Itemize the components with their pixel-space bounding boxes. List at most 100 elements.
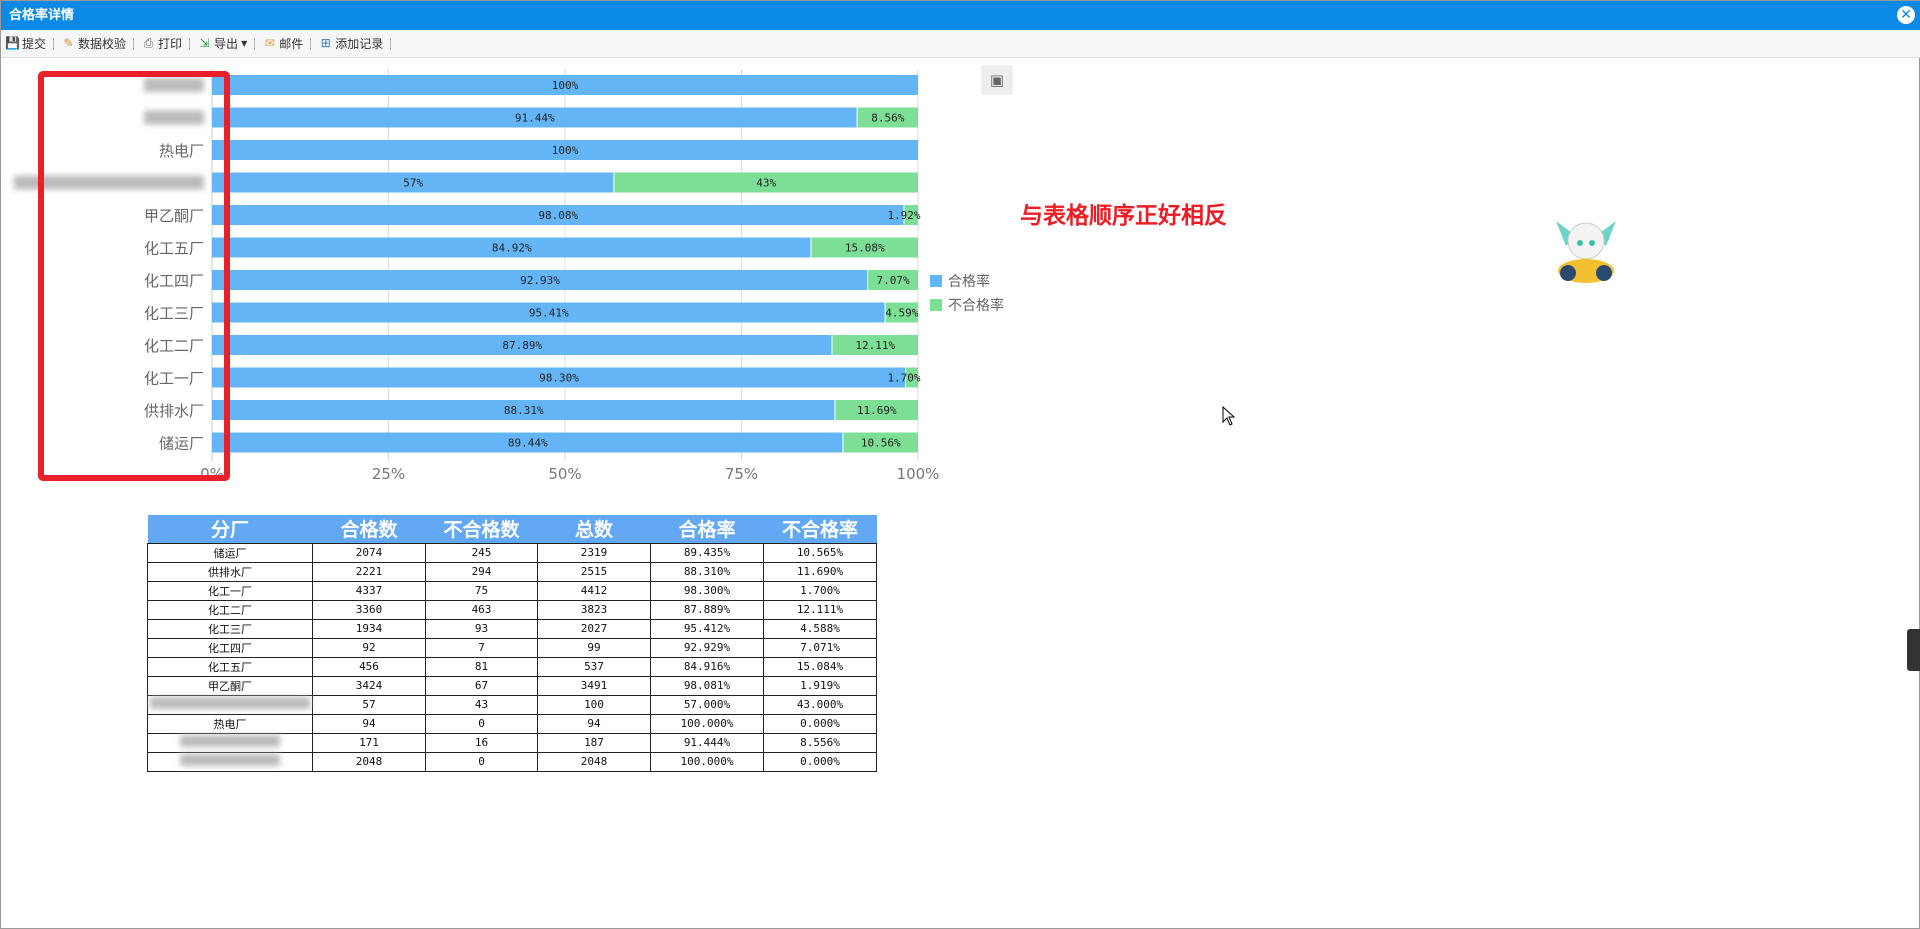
table-cell: 0: [425, 713, 538, 734]
bar-data-label: 1.92%: [887, 209, 920, 222]
pencil-icon: ✎: [63, 36, 74, 50]
table-cell: 化工四厂: [147, 637, 313, 658]
close-icon[interactable]: ✕: [1897, 6, 1915, 24]
table-cell: [147, 694, 313, 715]
bar-data-label: 100%: [552, 79, 579, 92]
bar-data-label: 1.70%: [887, 372, 920, 385]
table-cell: 57.000%: [650, 694, 764, 715]
table-cell: 10.565%: [763, 542, 877, 563]
table-cell: 84.916%: [650, 656, 764, 677]
toolbar-divider: [254, 37, 256, 50]
table-cell: 43.000%: [763, 694, 877, 715]
x-tick-label: 50%: [548, 465, 581, 483]
table-row: 供排水厂 2221 294 2515 88.310% 11.690%: [147, 561, 877, 582]
save-icon: 💾: [5, 36, 20, 50]
toolbar-label: 打印: [158, 37, 183, 51]
toolbar-divider: [310, 37, 312, 50]
table-cell: 2515: [537, 561, 651, 582]
table-cell: 94: [312, 713, 426, 734]
table-cell: 化工一厂: [147, 580, 313, 601]
mail-icon: ✉: [264, 36, 275, 50]
table-row: 化工四厂 92 7 99 92.929% 7.071%: [147, 637, 877, 658]
table-cell: 1.700%: [763, 580, 877, 601]
table-cell: 75: [425, 580, 538, 601]
table-cell: 16: [425, 732, 538, 753]
redacted-label: [180, 754, 280, 766]
table-cell: 化工三厂: [147, 618, 313, 639]
table-cell: 98.081%: [650, 675, 764, 696]
table-cell: 15.084%: [763, 656, 877, 677]
table-cell: 热电厂: [147, 713, 313, 734]
toolbar-button-0[interactable]: 💾 提交: [1, 33, 50, 55]
bar-data-label: 98.08%: [538, 209, 578, 222]
table-cell: 100: [537, 694, 651, 715]
table-cell: 89.435%: [650, 542, 764, 563]
table-cell: 43: [425, 694, 538, 715]
table-cell: 2221: [312, 561, 426, 582]
bar-data-label: 4.59%: [885, 307, 918, 320]
table-row: 化工五厂 456 81 537 84.916% 15.084%: [147, 656, 877, 677]
table-cell: 12.111%: [763, 599, 877, 620]
bar-data-label: 95.41%: [529, 307, 569, 320]
toolbar-button-3[interactable]: ⇲ 导出 ▼: [193, 33, 251, 55]
bar-data-label: 92.93%: [520, 274, 560, 287]
table-header: 分厂 合格数 不合格数 总数 合格率 不合格率: [147, 515, 877, 543]
toolbar: 💾 提交 ✎ 数据校验 ⎙ 打印 ⇲ 导出 ▼ ✉ 邮件 ⊞ 添加记录: [1, 30, 1920, 58]
table-cell: 87.889%: [650, 599, 764, 620]
legend-label: 不合格率: [948, 297, 1004, 314]
save-image-button[interactable]: ▣: [981, 65, 1013, 95]
table-cell: 88.310%: [650, 561, 764, 582]
table-cell: 2319: [537, 542, 651, 563]
table-cell: 67: [425, 675, 538, 696]
mouse-cursor-icon: [1222, 406, 1236, 426]
toolbar-button-4[interactable]: ✉ 邮件: [258, 33, 307, 55]
table-row: 化工一厂 4337 75 4412 98.300% 1.700%: [147, 580, 877, 601]
table-cell: 0: [425, 751, 538, 772]
x-tick-label: 100%: [897, 465, 940, 483]
table-cell: 171: [312, 732, 426, 753]
table-cell: 8.556%: [763, 732, 877, 753]
table-cell: 4.588%: [763, 618, 877, 639]
side-panel-handle[interactable]: [1907, 629, 1920, 671]
table-cell: 95.412%: [650, 618, 764, 639]
redacted-label: [150, 697, 310, 709]
bar-data-label: 8.56%: [871, 112, 904, 125]
toolbar-button-2[interactable]: ⎙ 打印: [137, 33, 186, 55]
table-row: 171 16 187 91.444% 8.556%: [147, 732, 877, 753]
toolbar-button-1[interactable]: ✎ 数据校验: [57, 33, 130, 55]
highlight-box: [38, 71, 230, 481]
table-row: 甲乙酮厂 3424 67 3491 98.081% 1.919%: [147, 675, 877, 696]
legend-swatch[interactable]: [930, 275, 942, 287]
table-cell: 2048: [312, 751, 426, 772]
x-tick-label: 75%: [725, 465, 758, 483]
table-cell: 11.690%: [763, 561, 877, 582]
table-cell: 3823: [537, 599, 651, 620]
bar-data-label: 15.08%: [845, 242, 885, 255]
table-cell: 100.000%: [650, 713, 764, 734]
annotation-text: 与表格顺序正好相反: [1020, 203, 1227, 229]
toolbar-divider: [53, 37, 55, 50]
table-cell: 57: [312, 694, 426, 715]
toolbar-label: 导出: [214, 37, 239, 51]
bar-data-label: 88.31%: [504, 404, 544, 417]
legend-swatch[interactable]: [930, 299, 942, 311]
table-cell: 7.071%: [763, 637, 877, 658]
toolbar-label: 提交: [22, 37, 47, 51]
add-record-icon: ⊞: [320, 36, 331, 50]
table-cell: 187: [537, 732, 651, 753]
table-cell: 98.300%: [650, 580, 764, 601]
bar-data-label: 100%: [552, 144, 579, 157]
table-cell: 3360: [312, 599, 426, 620]
toolbar-button-5[interactable]: ⊞ 添加记录: [314, 33, 387, 55]
table-cell: 294: [425, 561, 538, 582]
table-row: 化工三厂 1934 93 2027 95.412% 4.588%: [147, 618, 877, 639]
table-cell: 化工二厂: [147, 599, 313, 620]
table-cell: 0.000%: [763, 751, 877, 772]
table-cell: 100.000%: [650, 751, 764, 772]
bar-data-label: 89.44%: [508, 437, 548, 450]
bar-data-label: 11.69%: [857, 404, 897, 417]
dropdown-caret-icon: ▼: [241, 39, 248, 48]
table-cell: 2074: [312, 542, 426, 563]
table-cell: [147, 751, 313, 772]
table-row: 化工二厂 3360 463 3823 87.889% 12.111%: [147, 599, 877, 620]
